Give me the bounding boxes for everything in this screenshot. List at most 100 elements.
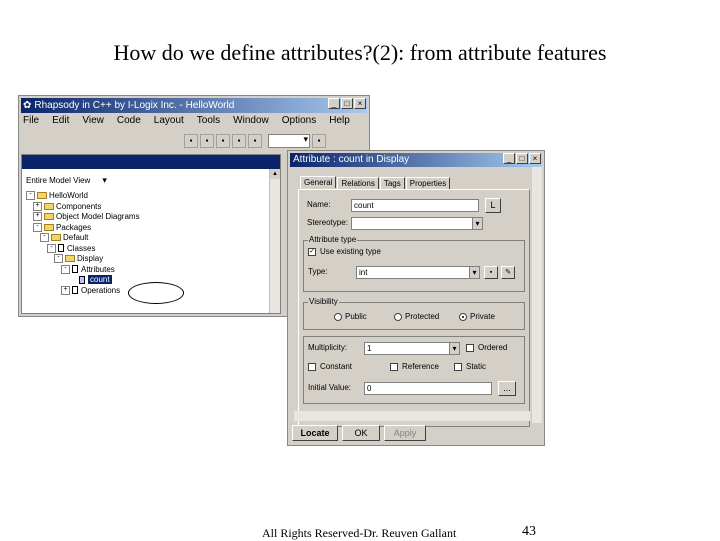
browser-filter[interactable]: Entire Model View ▾ bbox=[26, 175, 107, 186]
toolbar-button-icon[interactable]: ▪ bbox=[216, 134, 230, 148]
reference-checkbox[interactable] bbox=[390, 363, 398, 371]
tab-general[interactable]: General bbox=[300, 176, 337, 188]
name-label: Name: bbox=[307, 200, 331, 209]
type-edit-icon[interactable]: ✎ bbox=[501, 266, 515, 279]
dialog-hscrollbar[interactable] bbox=[294, 411, 530, 421]
folder-icon bbox=[44, 223, 54, 231]
dialog-scrollbar[interactable] bbox=[532, 167, 542, 423]
collapse-icon[interactable]: - bbox=[61, 264, 70, 274]
collapse-icon[interactable]: - bbox=[33, 222, 42, 232]
tree-item-label: Display bbox=[77, 254, 104, 263]
menu-view[interactable]: View bbox=[82, 115, 104, 129]
use-existing-type-label: Use existing type bbox=[320, 247, 381, 256]
tree-item[interactable]: + Components bbox=[26, 202, 140, 213]
expand-icon[interactable]: + bbox=[33, 201, 42, 211]
initial-value-input[interactable]: 0 bbox=[364, 382, 492, 395]
visibility-group: Visibility Public Protected Private bbox=[303, 297, 525, 330]
tree-item-label: Object Model Diagrams bbox=[56, 212, 140, 221]
collapse-icon[interactable]: - bbox=[54, 254, 63, 264]
expand-icon[interactable]: + bbox=[33, 212, 42, 222]
tree-item[interactable]: - Attributes bbox=[26, 265, 140, 276]
type-browse-icon[interactable]: ▪ bbox=[484, 266, 498, 279]
attribute-type-group: Attribute type ✓ Use existing type Type:… bbox=[303, 235, 525, 292]
menu-tools[interactable]: Tools bbox=[197, 115, 220, 129]
initial-value-browse-button[interactable]: ... bbox=[498, 381, 516, 396]
initial-value-label: Initial Value: bbox=[308, 383, 351, 392]
app-window-buttons: _ □ × bbox=[328, 98, 366, 109]
toolbar-button-icon[interactable]: ▪ bbox=[184, 134, 198, 148]
stereotype-label: Stereotype: bbox=[307, 218, 348, 227]
ok-button[interactable]: OK bbox=[342, 425, 380, 441]
stereotype-select[interactable] bbox=[351, 217, 483, 230]
constant-label: Constant bbox=[320, 362, 353, 371]
close-button[interactable]: × bbox=[354, 98, 366, 109]
folder-icon bbox=[65, 255, 75, 263]
static-checkbox[interactable] bbox=[454, 363, 462, 371]
menu-layout[interactable]: Layout bbox=[154, 115, 184, 129]
expand-icon[interactable]: + bbox=[61, 285, 70, 295]
ordered-label: Ordered bbox=[478, 343, 508, 352]
dialog-maximize-button[interactable]: □ bbox=[516, 153, 528, 164]
visibility-public-label: Public bbox=[345, 312, 367, 321]
collapse-icon[interactable]: - bbox=[47, 243, 56, 253]
apply-button[interactable]: Apply bbox=[384, 425, 426, 441]
tree-item-label: Classes bbox=[67, 243, 96, 253]
menu-help[interactable]: Help bbox=[329, 115, 350, 129]
toolbar-combo[interactable] bbox=[268, 134, 310, 148]
app-logo-icon: ✿ bbox=[23, 100, 32, 111]
scroll-up-icon[interactable]: ▲ bbox=[270, 169, 280, 179]
tree-item[interactable]: - Default bbox=[26, 233, 140, 244]
use-existing-type-checkbox[interactable]: ✓ bbox=[308, 248, 316, 256]
attribute-dialog: Attribute : count in Display _ □ × Gener… bbox=[287, 150, 545, 446]
toolbar-button-icon[interactable]: ▪ bbox=[200, 134, 214, 148]
type-label: Type: bbox=[308, 267, 328, 276]
page-number: 43 bbox=[522, 524, 536, 539]
dialog-window-buttons: _ □ × bbox=[503, 153, 541, 164]
tree-item[interactable]: + Object Model Diagrams bbox=[26, 212, 140, 223]
menu-edit[interactable]: Edit bbox=[52, 115, 69, 129]
constant-checkbox[interactable] bbox=[308, 363, 316, 371]
collapse-icon[interactable]: - bbox=[40, 233, 49, 243]
locate-button[interactable]: Locate bbox=[292, 425, 338, 441]
tree-item[interactable]: + Operations bbox=[26, 286, 140, 297]
tree-item[interactable]: - Packages bbox=[26, 223, 140, 234]
multiplicity-label: Multiplicity: bbox=[308, 343, 348, 352]
chevron-down-icon[interactable]: ▾ bbox=[102, 175, 107, 185]
toolbar-button-icon[interactable]: ▪ bbox=[232, 134, 246, 148]
multiplicity-select[interactable]: 1 bbox=[364, 342, 460, 355]
menu-file[interactable]: File bbox=[23, 115, 39, 129]
type-select[interactable]: int bbox=[356, 266, 480, 279]
attribute-icon bbox=[79, 275, 85, 284]
menu-options[interactable]: Options bbox=[282, 115, 316, 129]
menubar: File Edit View Code Layout Tools Window … bbox=[23, 115, 363, 129]
toolbar-button-icon[interactable]: ▪ bbox=[312, 134, 326, 148]
tab-properties[interactable]: Properties bbox=[405, 177, 451, 189]
browser-scrollbar[interactable]: ▲ bbox=[269, 169, 280, 313]
dialog-minimize-button[interactable]: _ bbox=[503, 153, 515, 164]
tree-item[interactable]: - HelloWorld bbox=[26, 191, 140, 202]
tree-item[interactable]: - Classes bbox=[26, 244, 140, 255]
visibility-private-label: Private bbox=[470, 312, 495, 321]
toolbar-button-icon[interactable]: ▪ bbox=[248, 134, 262, 148]
tab-relations[interactable]: Relations bbox=[337, 177, 379, 189]
visibility-private-radio[interactable] bbox=[459, 313, 467, 321]
collapse-icon[interactable]: - bbox=[26, 191, 35, 201]
name-input[interactable]: count bbox=[351, 199, 479, 212]
name-locate-button[interactable]: L bbox=[485, 198, 501, 213]
app-titlebar: ✿ Rhapsody in C++ by I-Logix Inc. - Hell… bbox=[21, 98, 367, 113]
dialog-close-button[interactable]: × bbox=[529, 153, 541, 164]
menu-window[interactable]: Window bbox=[233, 115, 269, 129]
tree-item[interactable]: - Display bbox=[26, 254, 140, 265]
maximize-button[interactable]: □ bbox=[341, 98, 353, 109]
tree-item-label: Default bbox=[63, 233, 89, 242]
minimize-button[interactable]: _ bbox=[328, 98, 340, 109]
visibility-protected-radio[interactable] bbox=[394, 313, 402, 321]
tab-tags[interactable]: Tags bbox=[379, 177, 405, 189]
dialog-tabs: General Relations Tags Properties bbox=[300, 176, 451, 189]
ordered-checkbox[interactable] bbox=[466, 344, 474, 352]
tree-item-label: Components bbox=[56, 201, 102, 211]
tree-item[interactable]: count bbox=[26, 275, 140, 286]
menu-code[interactable]: Code bbox=[117, 115, 141, 129]
visibility-group-label: Visibility bbox=[308, 297, 339, 306]
visibility-public-radio[interactable] bbox=[334, 313, 342, 321]
